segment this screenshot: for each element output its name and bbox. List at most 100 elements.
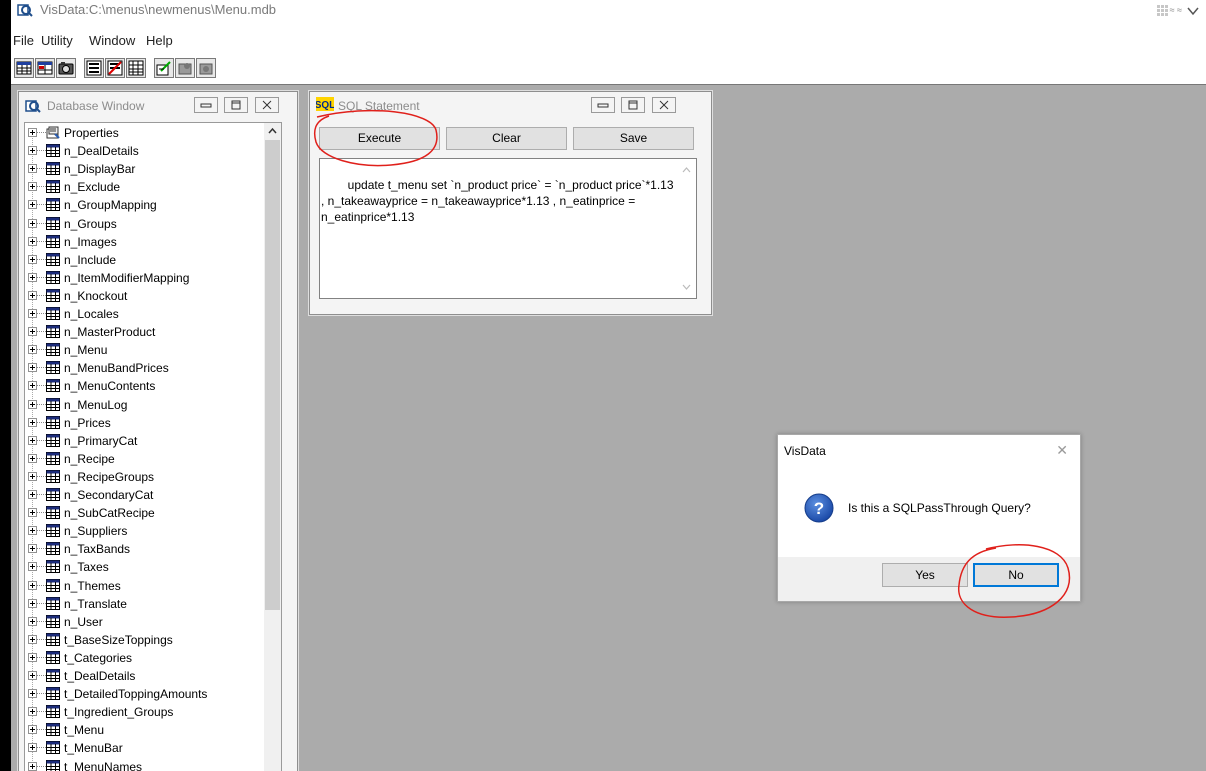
expand-icon[interactable] xyxy=(28,272,37,282)
expand-icon[interactable] xyxy=(28,580,37,590)
tree-item-table[interactable]: n_Knockout xyxy=(25,287,281,305)
expand-icon[interactable] xyxy=(28,689,37,699)
tree-item-table[interactable]: t_MenuBar xyxy=(25,739,281,757)
close-button[interactable] xyxy=(255,97,279,113)
tree-item-table[interactable]: n_ItemModifierMapping xyxy=(25,269,281,287)
expand-icon[interactable] xyxy=(28,417,37,427)
maximize-button[interactable] xyxy=(224,97,248,113)
menu-file[interactable]: File xyxy=(13,33,34,49)
save-button[interactable]: Save xyxy=(573,127,694,150)
tree-item-table[interactable]: t_Ingredient_Groups xyxy=(25,703,281,721)
expand-icon[interactable] xyxy=(28,526,37,536)
expand-icon[interactable] xyxy=(28,671,37,680)
tree-item-table[interactable]: t_BaseSizeToppings xyxy=(25,631,281,649)
expand-icon[interactable] xyxy=(28,616,37,626)
expand-icon[interactable] xyxy=(28,290,37,300)
sql-window-titlebar[interactable]: SQL SQL Statement xyxy=(310,92,711,120)
expand-icon[interactable] xyxy=(28,236,37,246)
close-icon[interactable]: ✕ xyxy=(1056,442,1068,458)
tree-item-table[interactable]: n_Themes xyxy=(25,577,281,595)
menu-help[interactable]: Help xyxy=(146,33,173,49)
table-type-button[interactable] xyxy=(14,58,34,78)
tree-item-table[interactable]: n_Translate xyxy=(25,595,281,613)
edit-button[interactable] xyxy=(154,58,174,78)
expand-icon[interactable] xyxy=(28,707,37,717)
tree-item-table[interactable]: n_TaxBands xyxy=(25,540,281,558)
tree-item-table[interactable]: n_DisplayBar xyxy=(25,160,281,178)
data-button-1[interactable] xyxy=(175,58,195,78)
expand-icon[interactable] xyxy=(28,345,37,355)
expand-icon[interactable] xyxy=(28,453,37,463)
tree-item-properties[interactable]: Properties xyxy=(25,124,281,142)
expand-icon[interactable] xyxy=(28,218,37,228)
vertical-scrollbar[interactable] xyxy=(264,123,281,771)
tree-item-table[interactable]: n_Exclude xyxy=(25,178,281,196)
expand-icon[interactable] xyxy=(28,761,37,771)
menu-window[interactable]: Window xyxy=(89,33,135,49)
tree-item-table[interactable]: t_DetailedToppingAmounts xyxy=(25,685,281,703)
grid-button[interactable] xyxy=(126,58,146,78)
sql-statement-input[interactable]: update t_menu set `n_product price` = `n… xyxy=(319,158,697,299)
grid-view-icon[interactable] xyxy=(1156,4,1170,18)
tree-item-table[interactable]: n_Prices xyxy=(25,414,281,432)
tree-item-table[interactable]: n_MenuBandPrices xyxy=(25,359,281,377)
tree-item-table[interactable]: n_Suppliers xyxy=(25,522,281,540)
tree-item-table[interactable]: n_Groups xyxy=(25,215,281,233)
tree-item-table[interactable]: n_GroupMapping xyxy=(25,196,281,214)
expand-icon[interactable] xyxy=(28,200,37,210)
expand-icon[interactable] xyxy=(28,652,37,662)
expand-icon[interactable] xyxy=(28,146,37,156)
tree-item-table[interactable]: n_MenuContents xyxy=(25,377,281,395)
expand-icon[interactable] xyxy=(28,399,37,409)
tree-item-table[interactable]: n_PrimaryCat xyxy=(25,432,281,450)
expand-icon[interactable] xyxy=(28,490,37,499)
expand-icon[interactable] xyxy=(28,435,37,445)
scrollbar-thumb[interactable] xyxy=(265,140,280,610)
minimize-button[interactable] xyxy=(591,97,615,113)
tree-item-table[interactable]: n_Taxes xyxy=(25,558,281,576)
tree-item-table[interactable]: n_RecipeGroups xyxy=(25,468,281,486)
expand-icon[interactable] xyxy=(28,327,37,337)
expand-icon[interactable] xyxy=(28,544,37,554)
tree-item-table[interactable]: n_Include xyxy=(25,251,281,269)
database-tree[interactable]: Properties n_DealDetails n_DisplayBar n_Exc… xyxy=(24,122,282,771)
expand-icon[interactable] xyxy=(28,598,37,608)
data-button-2[interactable] xyxy=(196,58,216,78)
tree-item-table[interactable]: n_DealDetails xyxy=(25,142,281,160)
menu-utility[interactable]: Utility xyxy=(41,33,73,49)
chevron-down-icon[interactable] xyxy=(1186,4,1200,18)
expand-icon[interactable] xyxy=(28,254,37,264)
tree-item-table[interactable]: n_MasterProduct xyxy=(25,323,281,341)
tree-item-table[interactable]: t_Menu xyxy=(25,721,281,739)
scroll-down-icon[interactable] xyxy=(682,284,691,291)
form-button-1[interactable] xyxy=(84,58,104,78)
tree-item-table[interactable]: n_MenuLog xyxy=(25,396,281,414)
clear-button[interactable]: Clear xyxy=(446,127,567,150)
database-window-titlebar[interactable]: Database Window xyxy=(19,92,297,120)
expand-icon[interactable] xyxy=(28,182,37,192)
dialog-titlebar[interactable]: VisData ✕ xyxy=(778,435,1080,465)
tree-item-table[interactable]: n_SecondaryCat xyxy=(25,486,281,504)
expand-icon[interactable] xyxy=(28,725,37,735)
expand-icon[interactable] xyxy=(28,471,37,481)
dynaset-type-button[interactable] xyxy=(35,58,55,78)
expand-icon[interactable] xyxy=(28,363,37,373)
tree-item-table[interactable]: t_Categories xyxy=(25,649,281,667)
no-button[interactable]: No xyxy=(973,563,1059,587)
expand-icon[interactable] xyxy=(28,164,37,174)
scroll-up-icon[interactable] xyxy=(682,166,691,173)
tree-item-table[interactable]: t_DealDetails xyxy=(25,667,281,685)
form-button-2[interactable] xyxy=(105,58,125,78)
tree-item-table[interactable]: n_Menu xyxy=(25,341,281,359)
expand-icon[interactable] xyxy=(28,128,37,137)
tree-item-table[interactable]: t_MenuNames xyxy=(25,758,281,771)
expand-icon[interactable] xyxy=(28,381,37,391)
expand-icon[interactable] xyxy=(28,743,37,753)
restore-icon[interactable]: ≈ ≈ xyxy=(1170,5,1182,15)
scroll-up-icon[interactable] xyxy=(268,127,277,134)
expand-icon[interactable] xyxy=(28,634,37,644)
execute-button[interactable]: Execute xyxy=(319,127,440,150)
maximize-button[interactable] xyxy=(621,97,645,113)
snapshot-type-button[interactable] xyxy=(56,58,76,78)
expand-icon[interactable] xyxy=(28,562,37,572)
